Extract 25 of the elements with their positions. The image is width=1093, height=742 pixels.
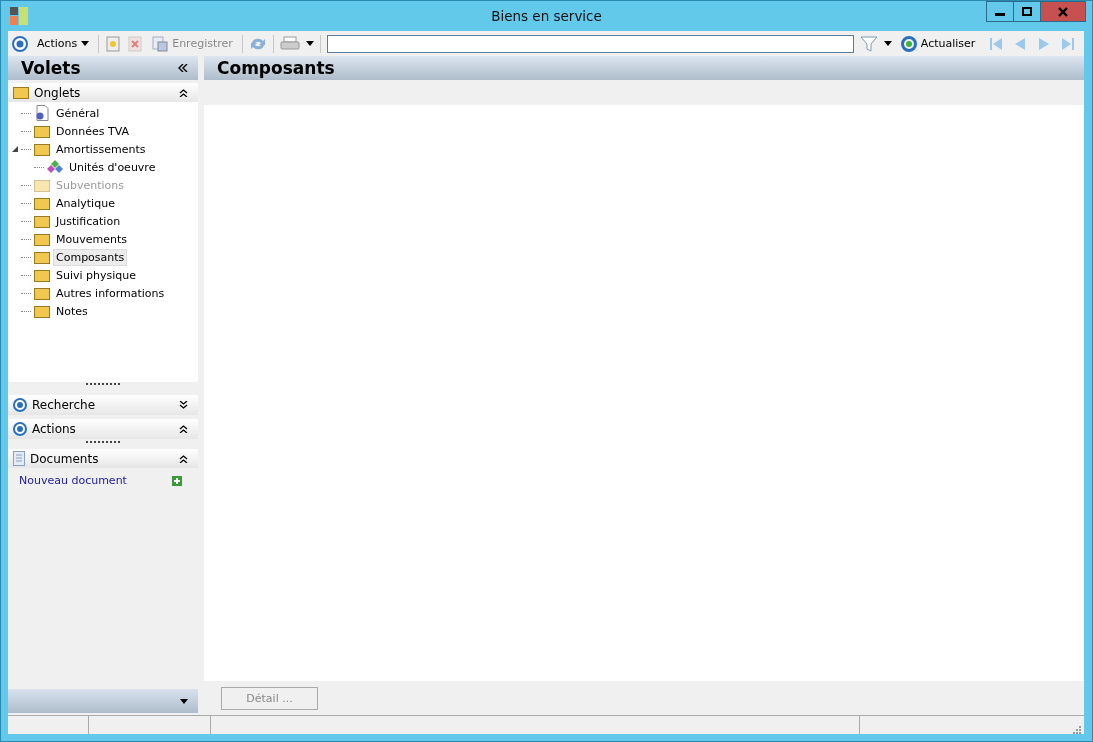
panel-header[interactable]: Actions: [8, 419, 198, 439]
panel-title: Documents: [30, 451, 100, 466]
panel-header[interactable]: Recherche: [8, 395, 198, 415]
tree-item[interactable]: Notes: [53, 302, 91, 320]
tree-item[interactable]: Analytique: [53, 194, 118, 212]
panel-header[interactable]: Documents: [8, 449, 198, 468]
new-document-link[interactable]: Nouveau document: [19, 474, 127, 487]
tree-item[interactable]: Autres informations: [53, 284, 168, 302]
actions-menu-button[interactable]: Actions: [34, 37, 93, 50]
panel-title: Onglets: [34, 85, 82, 100]
tree-item[interactable]: Unités d'oeuvre: [66, 158, 159, 176]
sidebar-title: Volets: [21, 58, 81, 78]
panel-title: Recherche: [32, 398, 97, 412]
tree-item[interactable]: Général: [53, 104, 103, 122]
refresh-button[interactable]: Actualiser: [897, 35, 979, 52]
tree-item[interactable]: Mouvements: [53, 230, 130, 248]
tree-item[interactable]: Amortissements: [53, 140, 149, 158]
tree-item[interactable]: Suivi physique: [53, 266, 140, 284]
content-title: Composants: [217, 58, 335, 78]
panel-header[interactable]: Onglets: [8, 83, 198, 102]
tree-item[interactable]: Composants: [53, 248, 128, 266]
window-title: Biens en service: [491, 8, 602, 24]
tree-item[interactable]: Justification: [53, 212, 124, 230]
tree-item[interactable]: Données TVA: [53, 122, 132, 140]
panel-title: Actions: [32, 422, 77, 436]
